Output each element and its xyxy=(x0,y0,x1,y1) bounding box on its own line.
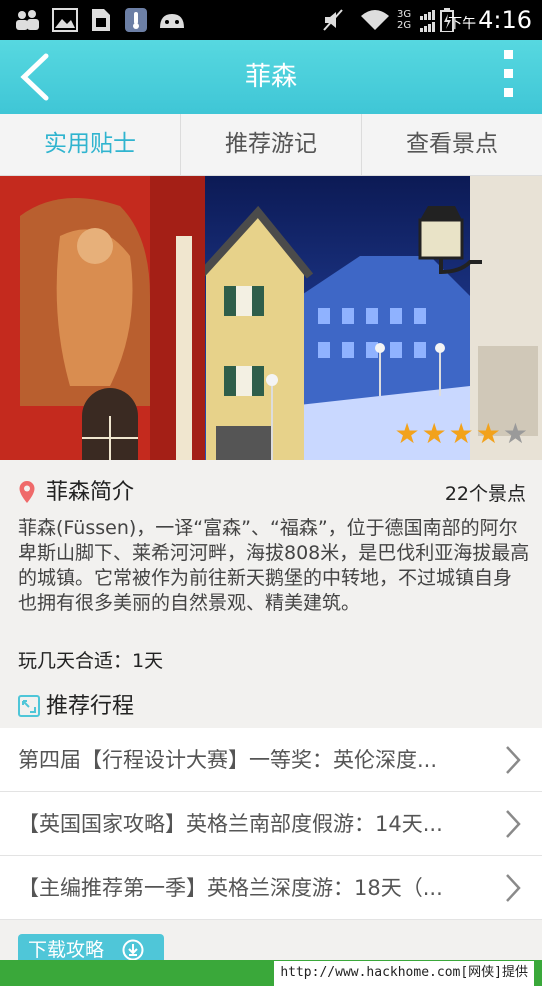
banner-image[interactable]: ★ ★ ★ ★ ★ xyxy=(0,176,542,460)
intro-text: 菲森(Füssen)，一译“富森”、“福森”，位于德国南部的阿尔卑斯山脚下、莱希… xyxy=(18,517,530,614)
clock-time: 4:16 xyxy=(478,6,532,34)
intro-header: 菲森简介 22个景点 xyxy=(18,478,526,508)
chevron-right-icon xyxy=(506,874,521,902)
image-icon xyxy=(52,8,78,32)
clock: 下午4:16 xyxy=(448,5,532,39)
chevron-left-icon[interactable] xyxy=(14,52,58,102)
intro-title: 菲森简介 xyxy=(46,480,135,505)
star-icon: ★ xyxy=(394,417,420,450)
tab-bar: 实用贴士 推荐游记 查看景点 xyxy=(0,114,542,176)
status-bar: 3G 2G 下午4:16 xyxy=(0,0,542,40)
tab-tips[interactable]: 实用贴士 xyxy=(0,114,181,175)
thermometer-icon xyxy=(125,8,147,32)
title-bar: 菲森 xyxy=(0,40,542,114)
sim-icon xyxy=(92,9,110,31)
page-title: 菲森 xyxy=(244,62,297,92)
recommend-title: 推荐行程 xyxy=(46,694,135,719)
users-icon xyxy=(16,10,39,30)
tab-attractions[interactable]: 查看景点 xyxy=(362,114,542,175)
star-icon: ★ xyxy=(475,417,501,450)
network-label: 3G 2G xyxy=(397,9,412,31)
star-empty-icon: ★ xyxy=(502,417,528,450)
android-icon xyxy=(160,14,184,28)
attraction-count[interactable]: 22个景点 xyxy=(445,480,526,508)
mute-icon xyxy=(323,9,343,31)
list-item[interactable]: 【主编推荐第一季】英格兰深度游：18天（... xyxy=(0,856,542,920)
star-icon: ★ xyxy=(421,417,447,450)
itinerary-label: 第四届【行程设计大赛】一等奖：英伦深度... xyxy=(18,748,438,772)
list-item[interactable]: 第四届【行程设计大赛】一等奖：英伦深度... xyxy=(0,728,542,792)
route-icon xyxy=(18,695,40,717)
watermark-bar: http://www.hackhome.com[网侠]提供 xyxy=(0,960,542,986)
download-icon xyxy=(122,939,144,961)
chevron-right-icon xyxy=(506,746,521,774)
watermark-text: http://www.hackhome.com[网侠]提供 xyxy=(274,961,534,986)
recommended-days: 玩几天合适：1天 xyxy=(18,650,164,672)
rating-stars: ★ ★ ★ ★ ★ xyxy=(394,420,528,448)
list-item[interactable]: 【英国国家攻略】英格兰南部度假游：14天... xyxy=(0,792,542,856)
more-vertical-icon[interactable] xyxy=(502,50,514,104)
itinerary-label: 【主编推荐第一季】英格兰深度游：18天（... xyxy=(18,876,443,900)
itinerary-label: 【英国国家攻略】英格兰南部度假游：14天... xyxy=(18,812,443,836)
tab-travel-notes[interactable]: 推荐游记 xyxy=(181,114,362,175)
signal-icon xyxy=(420,10,435,32)
location-pin-icon xyxy=(19,481,35,503)
download-label: 下载攻略 xyxy=(28,939,105,961)
clock-ampm: 下午 xyxy=(448,16,477,32)
wifi-icon xyxy=(361,10,389,30)
chevron-right-icon xyxy=(506,810,521,838)
star-icon: ★ xyxy=(448,417,474,450)
itinerary-list: 第四届【行程设计大赛】一等奖：英伦深度... 【英国国家攻略】英格兰南部度假游：… xyxy=(0,728,542,920)
